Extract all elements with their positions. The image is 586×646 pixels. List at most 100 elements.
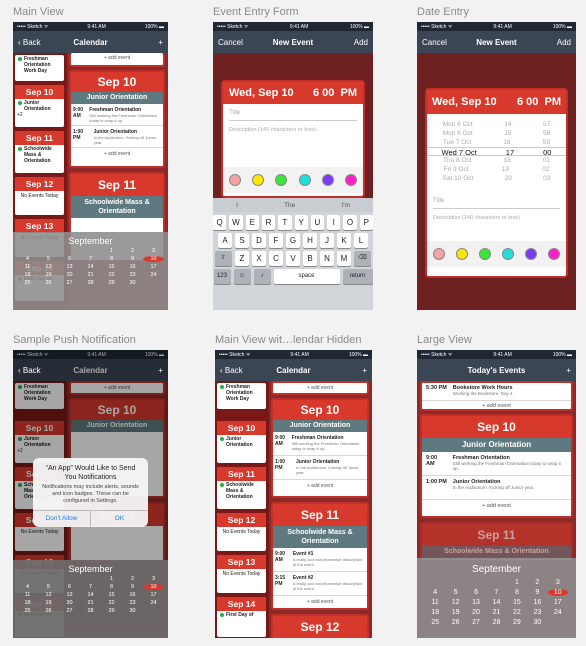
description-field[interactable]: Description (140 characters or less) <box>433 215 560 241</box>
calendar-day[interactable]: 12 <box>38 592 59 598</box>
calendar-day[interactable]: 6 <box>59 256 80 262</box>
event-row[interactable]: 5:30 PM Bookstore Work Hours Working the B… <box>422 383 571 401</box>
calendar-day[interactable]: 1 <box>101 576 122 582</box>
calendar-day[interactable]: 30 <box>122 608 143 614</box>
calendar-day[interactable]: 4 <box>17 256 38 262</box>
dont-allow-button[interactable]: Don't Allow <box>33 511 91 527</box>
calendar-day[interactable]: 16 <box>122 592 143 598</box>
calendar-day[interactable]: 13 <box>59 592 80 598</box>
calendar-day[interactable]: 24 <box>143 600 164 606</box>
event-row[interactable]: 9:00 AM Event #1 A really cool but informa… <box>273 548 367 572</box>
picker-row[interactable]: Fri 9 Oct 19 02 <box>427 165 566 174</box>
add-button[interactable]: + <box>158 366 163 375</box>
key-z[interactable]: Z <box>235 251 249 266</box>
calendar-day[interactable]: 3 <box>143 576 164 582</box>
calendar-day[interactable]: 11 <box>425 599 445 606</box>
key-b[interactable]: B <box>303 251 317 266</box>
rail-card-sep13[interactable]: Sep 13 No Events Today <box>217 555 266 593</box>
calendar-day[interactable]: 8 <box>507 589 527 596</box>
calendar-day[interactable]: 27 <box>466 619 486 626</box>
key-d[interactable]: D <box>252 233 266 248</box>
calendar-day[interactable]: 1 <box>101 248 122 254</box>
calendar-day[interactable]: 17 <box>548 599 568 606</box>
description-field[interactable]: Description (140 characters or less) <box>229 127 357 167</box>
add-event-button[interactable]: + add event <box>273 480 367 489</box>
key-v[interactable]: V <box>286 251 300 266</box>
calendar-day[interactable]: 24 <box>143 272 164 278</box>
calendar-day[interactable]: 28 <box>80 608 101 614</box>
key-i[interactable]: I <box>327 215 341 230</box>
calendar-day[interactable]: 20 <box>59 600 80 606</box>
calendar-day[interactable]: 18 <box>17 272 38 278</box>
calendar-day[interactable]: 10 <box>143 256 164 262</box>
time-selector[interactable]: 6 00 PM <box>313 87 357 99</box>
mic-key[interactable]: ♪ <box>253 269 271 284</box>
calendar-day[interactable]: 20 <box>466 609 486 616</box>
color-swatch[interactable] <box>432 248 445 260</box>
suggestion[interactable]: I'm <box>341 202 349 209</box>
date-selector[interactable]: Wed, Sep 10 <box>432 96 497 108</box>
calendar-day[interactable]: 3 <box>143 248 164 254</box>
back-button[interactable]: ‹ Back <box>220 366 243 375</box>
color-swatch[interactable] <box>345 174 358 186</box>
color-swatch[interactable] <box>502 248 515 260</box>
calendar-day[interactable]: 15 <box>101 592 122 598</box>
date-selector[interactable]: Wed, Sep 10 <box>229 87 294 99</box>
picker-row[interactable]: Wed 7 Oct 17 00 <box>427 147 566 157</box>
calendar-day[interactable]: 10 <box>547 589 568 596</box>
calendar-day[interactable]: 27 <box>59 280 80 286</box>
ok-button[interactable]: OK <box>91 511 148 527</box>
rail-card-sep12[interactable]: Sep 12 No Events Today <box>15 177 64 215</box>
calendar-day[interactable]: 22 <box>101 600 122 606</box>
calendar-day[interactable]: 18 <box>425 609 445 616</box>
event-row[interactable]: 3:15 PM Event #2 A really cool but informa… <box>273 572 367 596</box>
calendar-day[interactable]: 4 <box>425 589 445 596</box>
calendar-day[interactable]: 26 <box>38 280 59 286</box>
key-r[interactable]: R <box>261 215 276 230</box>
calendar-day[interactable]: 13 <box>466 599 486 606</box>
calendar-day[interactable]: 19 <box>38 272 59 278</box>
calendar-day[interactable]: 22 <box>101 272 122 278</box>
shift-key[interactable]: ⇧ <box>215 251 232 266</box>
calendar-day[interactable]: 8 <box>101 584 122 590</box>
key-w[interactable]: W <box>229 215 243 230</box>
calendar-day[interactable]: 6 <box>466 589 486 596</box>
calendar-day[interactable]: 19 <box>445 609 465 616</box>
picker-row[interactable]: Sat 10 Oct 20 03 <box>427 174 566 183</box>
calendar-day[interactable]: 7 <box>80 584 101 590</box>
add-event-button[interactable]: + add event <box>422 401 571 409</box>
calendar-day[interactable]: 25 <box>17 280 38 286</box>
calendar-day[interactable]: 23 <box>527 609 547 616</box>
color-swatch[interactable] <box>478 248 491 260</box>
calendar-day[interactable]: 29 <box>101 608 122 614</box>
time-selector[interactable]: 6 00 PM <box>517 96 561 108</box>
rail-card-sep12[interactable]: Sep 12 No Events Today <box>217 513 266 551</box>
add-button[interactable]: + <box>158 38 163 47</box>
key-p[interactable]: P <box>359 215 373 230</box>
rail-card-sep10[interactable]: Sep 10 Junior Orientation +2 <box>15 85 64 127</box>
key-c[interactable]: C <box>269 251 283 266</box>
key-o[interactable]: O <box>343 215 357 230</box>
picker-row[interactable]: Thu 8 Oct 18 01 <box>427 156 566 165</box>
color-swatch[interactable] <box>275 174 288 186</box>
picker-row[interactable]: Tue 7 Oct 16 59 <box>427 138 566 147</box>
key-g[interactable]: G <box>286 233 300 248</box>
calendar-day[interactable]: 15 <box>101 264 122 270</box>
calendar-day[interactable]: 25 <box>17 608 38 614</box>
add-event-button[interactable]: + add event <box>71 53 163 63</box>
delete-key[interactable]: ⌫ <box>354 251 371 266</box>
calendar-day[interactable]: 12 <box>445 599 465 606</box>
calendar-day[interactable]: 26 <box>445 619 465 626</box>
add-event-button[interactable]: + add event <box>273 383 367 393</box>
calendar-day[interactable]: 21 <box>80 600 101 606</box>
calendar-day[interactable]: 19 <box>38 600 59 606</box>
calendar-day[interactable]: 22 <box>507 609 527 616</box>
color-swatch[interactable] <box>298 174 311 186</box>
key-j[interactable]: J <box>320 233 334 248</box>
key-l[interactable]: L <box>354 233 368 248</box>
calendar-day[interactable]: 14 <box>80 592 101 598</box>
return-key[interactable]: return <box>342 269 373 284</box>
color-swatch[interactable] <box>548 248 561 260</box>
key-n[interactable]: N <box>320 251 334 266</box>
color-swatch[interactable] <box>525 248 538 260</box>
